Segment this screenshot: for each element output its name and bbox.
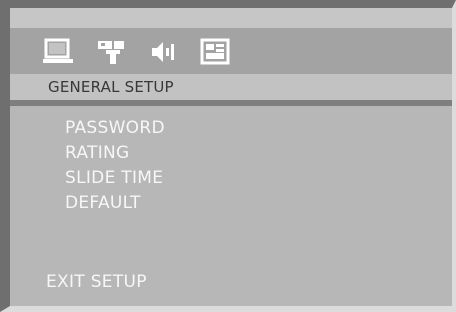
setup-page-header: GENERAL SETUP	[10, 74, 452, 100]
menu-item-default[interactable]: DEFAULT	[65, 193, 141, 213]
system-setup-icon[interactable]	[42, 38, 76, 66]
menu-item-password[interactable]: PASSWORD	[65, 118, 165, 138]
preferences-setup-icon[interactable]	[200, 38, 234, 66]
language-setup-icon[interactable]	[96, 38, 132, 66]
page-title: GENERAL SETUP	[48, 78, 174, 96]
menu-item-rating[interactable]: RATING	[65, 143, 130, 163]
exit-setup-button[interactable]: EXIT SETUP	[46, 272, 147, 292]
audio-setup-icon[interactable]	[148, 38, 178, 66]
top-strip	[10, 8, 452, 28]
setup-menu-panel: PASSWORD RATING SLIDE TIME DEFAULT EXIT …	[10, 106, 452, 306]
setup-menu-window: GENERAL SETUP PASSWORD RATING SLIDE TIME…	[0, 0, 456, 312]
setup-tab-bar	[10, 28, 452, 74]
menu-item-slide-time[interactable]: SLIDE TIME	[65, 168, 163, 188]
